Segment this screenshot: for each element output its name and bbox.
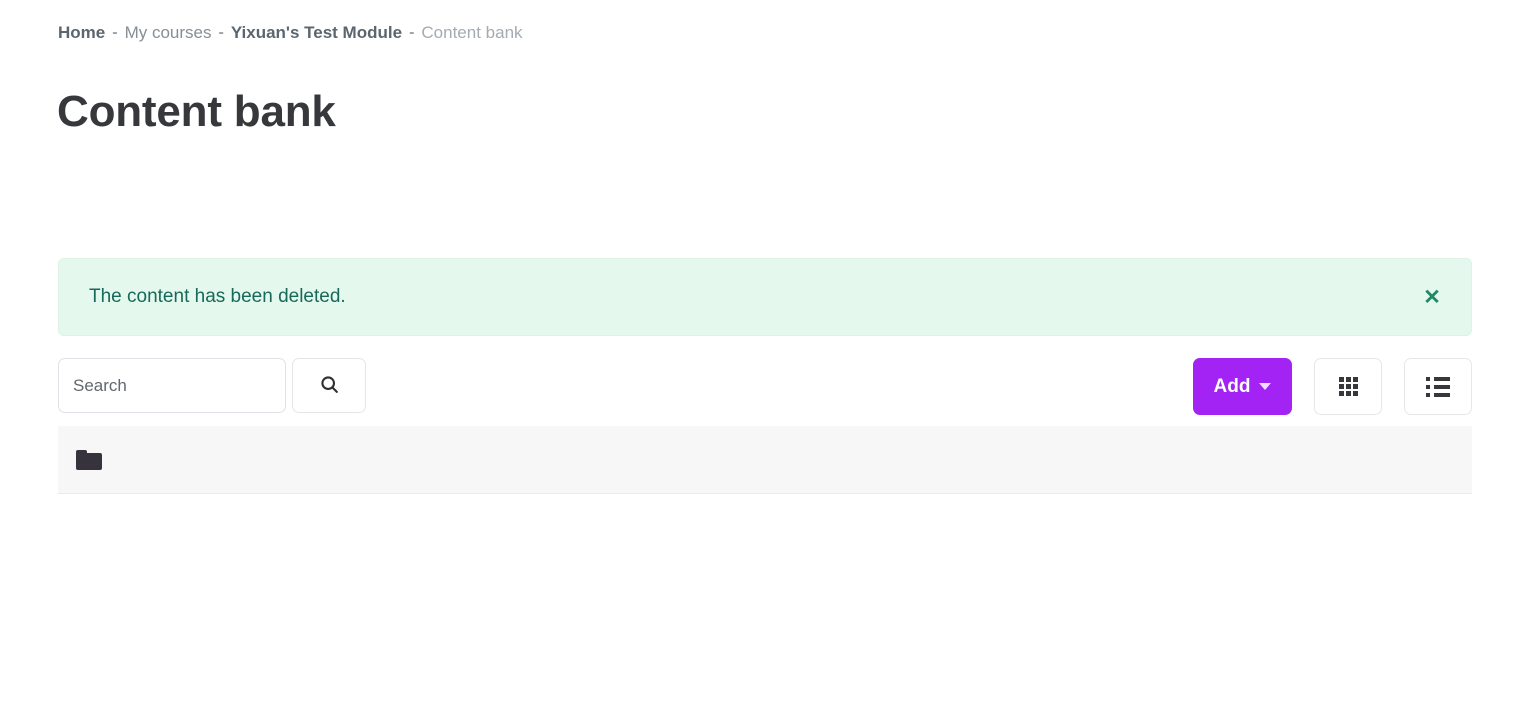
chevron-down-icon bbox=[1259, 383, 1272, 390]
breadcrumb-separator: - bbox=[218, 24, 224, 41]
breadcrumb: Home - My courses - Yixuan's Test Module… bbox=[58, 20, 523, 46]
folder-icon bbox=[76, 449, 102, 470]
breadcrumb-separator: - bbox=[409, 24, 415, 41]
list-view-icon bbox=[1426, 376, 1450, 397]
breadcrumb-item-current: Content bank bbox=[421, 23, 523, 42]
toolbar-right-group: Add bbox=[1193, 358, 1472, 415]
content-bank-page: Home - My courses - Yixuan's Test Module… bbox=[0, 0, 1518, 718]
add-button-label: Add bbox=[1213, 375, 1251, 397]
list-item[interactable] bbox=[58, 426, 1472, 494]
close-icon[interactable]: ✕ bbox=[1415, 280, 1449, 314]
search-icon bbox=[319, 374, 340, 398]
breadcrumb-separator: - bbox=[112, 24, 118, 41]
toolbar-left-group bbox=[58, 358, 366, 413]
page-title: Content bank bbox=[57, 87, 336, 136]
search-button[interactable] bbox=[292, 358, 366, 413]
breadcrumb-item-my-courses[interactable]: My courses bbox=[125, 20, 212, 46]
success-alert: The content has been deleted. ✕ bbox=[58, 258, 1472, 336]
search-input[interactable] bbox=[58, 358, 286, 413]
breadcrumb-item-course[interactable]: Yixuan's Test Module bbox=[231, 20, 402, 46]
breadcrumb-item-home[interactable]: Home bbox=[58, 20, 105, 46]
content-bank-toolbar: Add bbox=[58, 358, 1472, 416]
list-view-button[interactable] bbox=[1404, 358, 1472, 415]
grid-view-button[interactable] bbox=[1314, 358, 1382, 415]
add-button[interactable]: Add bbox=[1193, 358, 1292, 415]
grid-view-icon bbox=[1338, 377, 1358, 396]
content-bank-list bbox=[58, 426, 1472, 494]
alert-message: The content has been deleted. bbox=[89, 286, 346, 307]
